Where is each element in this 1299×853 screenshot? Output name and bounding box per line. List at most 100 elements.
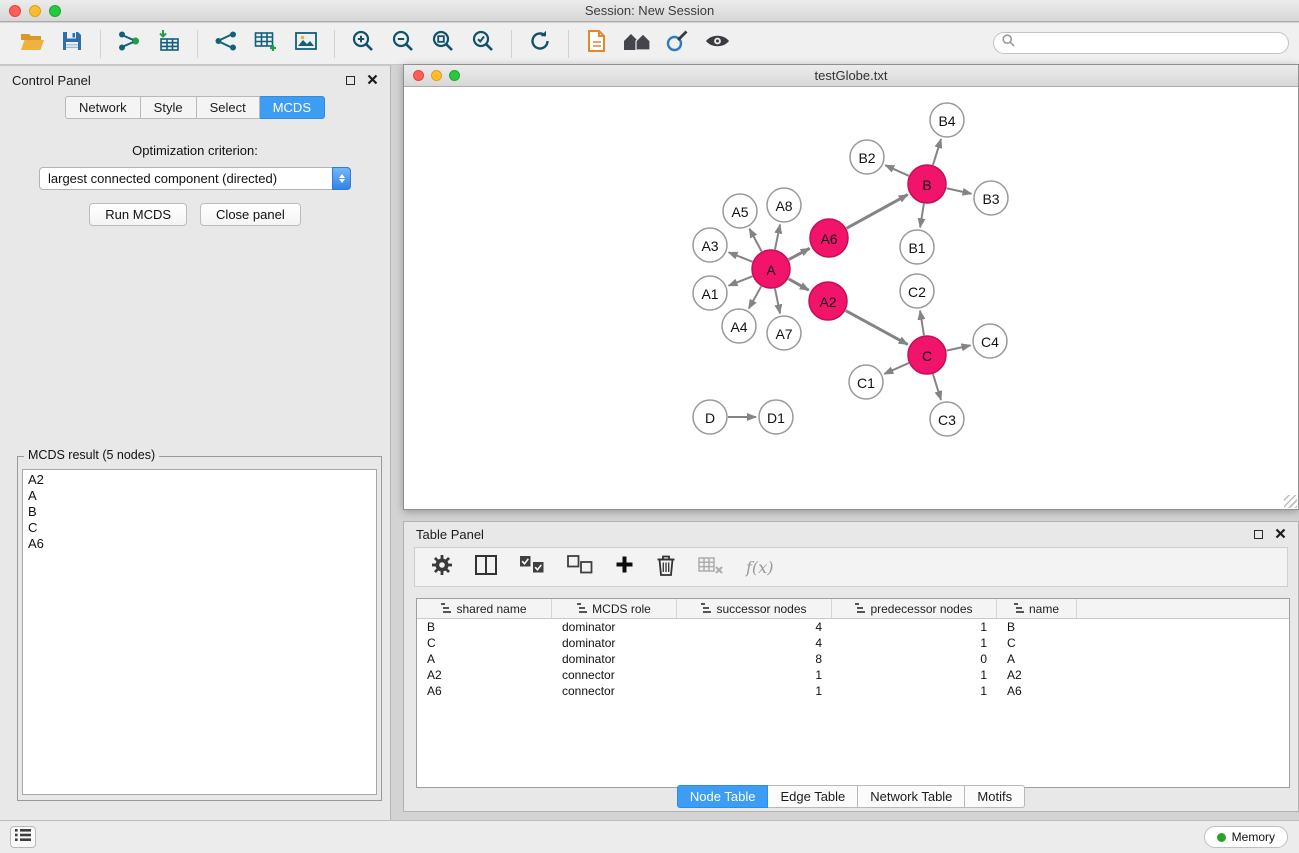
- node-B4[interactable]: B4: [930, 103, 964, 137]
- zoom-selected-button[interactable]: [463, 28, 503, 60]
- mcds-result-list[interactable]: A2ABCA6: [22, 469, 377, 795]
- add-column-button[interactable]: [615, 555, 634, 579]
- network-close-button[interactable]: [413, 70, 424, 81]
- edge-A-A3[interactable]: [729, 252, 753, 261]
- task-history-button[interactable]: [10, 826, 36, 848]
- mcds-result-item[interactable]: A: [23, 488, 376, 504]
- node-A3[interactable]: A3: [693, 228, 727, 262]
- node-C4[interactable]: C4: [973, 324, 1007, 358]
- edge-A-A1[interactable]: [729, 276, 753, 285]
- column-header-name[interactable]: name: [997, 599, 1077, 618]
- deselect-all-button[interactable]: [567, 555, 593, 580]
- table-cell[interactable]: dominator: [552, 619, 677, 635]
- table-row[interactable]: A6connector11A6: [417, 683, 1289, 699]
- search-input[interactable]: [1020, 36, 1280, 50]
- mcds-result-item[interactable]: A2: [23, 472, 376, 488]
- table-cell[interactable]: 0: [832, 651, 997, 667]
- network-canvas[interactable]: B4B2BB3A8A5A6B1A3AC2A1A2A4A7C4CC1C3DD1: [404, 87, 1298, 509]
- table-cell[interactable]: A2: [997, 667, 1077, 683]
- table-cell[interactable]: 4: [677, 635, 832, 651]
- close-table-panel-icon[interactable]: [1275, 527, 1286, 542]
- table-cell[interactable]: dominator: [552, 635, 677, 651]
- node-B2[interactable]: B2: [850, 140, 884, 174]
- table-row[interactable]: Adominator80A: [417, 651, 1289, 667]
- node-B3[interactable]: B3: [974, 181, 1008, 215]
- network-zoom-button[interactable]: [449, 70, 460, 81]
- node-A1[interactable]: A1: [693, 276, 727, 310]
- table-cell[interactable]: 8: [677, 651, 832, 667]
- show-columns-button[interactable]: [475, 555, 497, 580]
- node-C1[interactable]: C1: [849, 365, 883, 399]
- close-panel-icon[interactable]: [367, 73, 378, 88]
- edge-A-A4[interactable]: [749, 286, 761, 308]
- node-A7[interactable]: A7: [767, 316, 801, 350]
- home-layout-button[interactable]: [617, 28, 657, 60]
- table-cell[interactable]: A: [417, 651, 552, 667]
- zoom-fit-button[interactable]: [423, 28, 463, 60]
- column-header-predecessor-nodes[interactable]: predecessor nodes: [832, 599, 997, 618]
- refresh-view-button[interactable]: [520, 28, 560, 60]
- node-D[interactable]: D: [693, 400, 727, 434]
- tab-select[interactable]: Select: [197, 96, 260, 119]
- edge-A-A5[interactable]: [749, 229, 761, 252]
- table-cell[interactable]: 1: [832, 635, 997, 651]
- table-cell[interactable]: 4: [677, 619, 832, 635]
- tab-style[interactable]: Style: [141, 96, 197, 119]
- edge-B-B2[interactable]: [885, 165, 909, 176]
- node-A5[interactable]: A5: [723, 194, 757, 228]
- function-builder-button[interactable]: f(x): [746, 558, 773, 577]
- table-cell[interactable]: A6: [997, 683, 1077, 699]
- node-A4[interactable]: A4: [722, 309, 756, 343]
- delete-column-button[interactable]: [656, 554, 676, 581]
- tab-network[interactable]: Network: [65, 96, 141, 119]
- new-table-button[interactable]: [246, 28, 286, 60]
- tab-node-table[interactable]: Node Table: [677, 785, 769, 808]
- edge-A6-B[interactable]: [847, 195, 908, 229]
- network-window-titlebar[interactable]: testGlobe.txt: [404, 65, 1298, 87]
- memory-button[interactable]: Memory: [1204, 826, 1288, 848]
- table-cell[interactable]: 1: [677, 667, 832, 683]
- table-cell[interactable]: B: [997, 619, 1077, 635]
- table-cell[interactable]: A2: [417, 667, 552, 683]
- node-A8[interactable]: A8: [767, 188, 801, 222]
- show-hide-button[interactable]: [697, 28, 737, 60]
- node-A2[interactable]: A2: [809, 282, 847, 320]
- edge-C-C4[interactable]: [947, 345, 971, 350]
- node-A6[interactable]: A6: [810, 219, 848, 257]
- tab-motifs[interactable]: Motifs: [965, 785, 1025, 808]
- table-cell[interactable]: connector: [552, 683, 677, 699]
- edge-C-C2[interactable]: [920, 311, 924, 335]
- table-cell[interactable]: 1: [832, 683, 997, 699]
- node-A[interactable]: A: [752, 250, 790, 288]
- node-D1[interactable]: D1: [759, 400, 793, 434]
- zoom-out-button[interactable]: [383, 28, 423, 60]
- edge-C-C3[interactable]: [933, 374, 941, 400]
- tab-network-table[interactable]: Network Table: [858, 785, 965, 808]
- open-session-button[interactable]: [12, 28, 52, 60]
- style-tool-button[interactable]: [657, 28, 697, 60]
- column-header-mcds-role[interactable]: MCDS role: [552, 599, 677, 618]
- edge-A-A8[interactable]: [775, 225, 780, 250]
- edge-B-B1[interactable]: [920, 204, 924, 227]
- mcds-result-item[interactable]: C: [23, 520, 376, 536]
- column-header-shared-name[interactable]: shared name: [417, 599, 552, 618]
- edge-B-B4[interactable]: [933, 139, 941, 165]
- table-row[interactable]: A2connector11A2: [417, 667, 1289, 683]
- table-row[interactable]: Cdominator41C: [417, 635, 1289, 651]
- edge-A-A7[interactable]: [775, 289, 780, 314]
- delete-table-button[interactable]: [698, 555, 724, 580]
- edge-A-A6[interactable]: [789, 248, 810, 259]
- edge-C-C1[interactable]: [884, 363, 908, 374]
- new-network-button[interactable]: [206, 28, 246, 60]
- app-titlebar[interactable]: Session: New Session: [0, 0, 1299, 22]
- node-C2[interactable]: C2: [900, 274, 934, 308]
- table-cell[interactable]: 1: [677, 683, 832, 699]
- zoom-in-button[interactable]: [343, 28, 383, 60]
- tab-mcds[interactable]: MCDS: [260, 96, 325, 119]
- tab-edge-table[interactable]: Edge Table: [768, 785, 858, 808]
- save-session-button[interactable]: [52, 28, 92, 60]
- import-network-button[interactable]: [109, 28, 149, 60]
- search-box[interactable]: [993, 32, 1289, 54]
- select-all-button[interactable]: [519, 555, 545, 580]
- table-cell[interactable]: 1: [832, 667, 997, 683]
